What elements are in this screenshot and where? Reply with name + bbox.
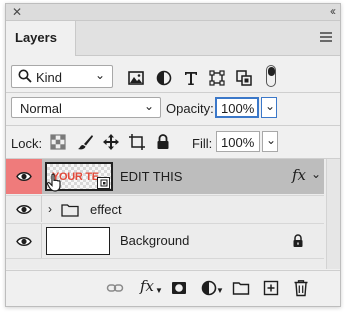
layer-filter-row: Kind ⌄: [6, 62, 340, 92]
shape-filter-icon[interactable]: [208, 69, 226, 87]
eye-icon: [16, 172, 32, 181]
layers-panel: ✕ ‹‹ Layers Kind ⌄ Normal ⌄ Opacity: 100…: [5, 3, 341, 307]
layer-row-background[interactable]: Background: [6, 223, 324, 259]
tab-layers[interactable]: Layers: [6, 21, 76, 56]
folder-icon: [61, 204, 79, 217]
lock-label: Lock:: [11, 136, 43, 151]
layers-list: YOUR TE EDIT THIS fx ⌄ › effect Backgrou…: [6, 159, 340, 269]
chevron-down-icon: ⌄: [143, 99, 154, 113]
close-icon[interactable]: ✕: [12, 5, 22, 19]
pixel-filter-icon[interactable]: [127, 69, 145, 87]
lock-position-move-icon[interactable]: [102, 133, 120, 151]
fill-label: Fill:: [192, 136, 213, 151]
type-filter-icon[interactable]: [182, 69, 200, 87]
dropdown-triangle-icon: ▼: [216, 286, 224, 295]
layer-effects-fx-icon[interactable]: fx: [292, 166, 306, 184]
collapse-double-chevron-icon[interactable]: ‹‹: [330, 4, 336, 18]
layer-name[interactable]: EDIT THIS: [120, 169, 182, 184]
filter-toggle-switch[interactable]: [266, 65, 276, 87]
opacity-dropdown-button[interactable]: ⌄: [261, 97, 277, 118]
lock-row: Lock: Fill: 100% ⌄: [6, 129, 340, 157]
layer-name[interactable]: Background: [120, 233, 189, 248]
panel-tab-row: Layers: [6, 21, 340, 56]
divider: [6, 125, 340, 126]
opacity-label: Opacity:: [166, 101, 214, 116]
opacity-input[interactable]: 100%: [215, 97, 259, 118]
lock-artboard-icon[interactable]: [128, 133, 146, 151]
delete-layer-trash-icon[interactable]: [292, 279, 310, 297]
layer-row-effect-group[interactable]: › effect: [6, 195, 324, 222]
toggle-knob: [267, 66, 275, 76]
blend-row: Normal ⌄ Opacity: 100% ⌄: [6, 94, 340, 122]
eye-icon: [16, 237, 32, 246]
layer-name[interactable]: effect: [90, 202, 122, 217]
lock-icon[interactable]: [292, 234, 304, 248]
layer-row-edit-this[interactable]: YOUR TE EDIT THIS fx ⌄: [6, 159, 324, 194]
layers-bottom-toolbar: fx ▼ ▼: [6, 271, 340, 306]
layers-scrollbar[interactable]: [326, 159, 340, 269]
search-icon: [18, 69, 32, 83]
link-layers-icon[interactable]: [106, 279, 124, 297]
hand-cursor-icon: [46, 173, 61, 192]
chevron-down-icon: ⌄: [266, 133, 277, 147]
visibility-toggle[interactable]: [6, 196, 42, 222]
eye-icon: [16, 205, 32, 214]
filter-kind-label: Kind: [36, 70, 63, 85]
filter-kind-select[interactable]: Kind ⌄: [11, 65, 113, 88]
chevron-right-icon[interactable]: ›: [48, 202, 52, 216]
fill-dropdown-button[interactable]: ⌄: [262, 131, 278, 152]
visibility-toggle[interactable]: [6, 159, 42, 194]
chevron-down-icon[interactable]: ⌄: [311, 167, 321, 181]
new-group-folder-icon[interactable]: [232, 279, 250, 297]
divider: [6, 92, 340, 93]
smart-object-filter-icon[interactable]: [235, 69, 253, 87]
adjustment-filter-icon[interactable]: [155, 69, 173, 87]
lock-transparent-pixels-icon[interactable]: [49, 133, 67, 151]
add-layer-style-fx-icon[interactable]: fx: [140, 277, 154, 295]
smart-object-badge-icon: [97, 177, 110, 189]
visibility-toggle[interactable]: [6, 224, 42, 258]
fill-input[interactable]: 100%: [216, 131, 260, 152]
chevron-down-icon: ⌄: [265, 99, 276, 113]
lock-image-pixels-brush-icon[interactable]: [76, 133, 94, 151]
panel-title-bar: ✕ ‹‹: [6, 4, 340, 21]
blend-mode-value: Normal: [20, 101, 62, 116]
chevron-down-icon: ⌄: [94, 68, 105, 82]
add-layer-mask-icon[interactable]: [170, 279, 188, 297]
new-layer-icon[interactable]: [262, 279, 280, 297]
layer-thumbnail[interactable]: [46, 227, 110, 255]
blend-mode-select[interactable]: Normal ⌄: [11, 97, 161, 118]
lock-all-icon[interactable]: [154, 133, 172, 151]
dropdown-triangle-icon: ▼: [155, 286, 163, 295]
panel-menu-icon[interactable]: [320, 32, 332, 42]
